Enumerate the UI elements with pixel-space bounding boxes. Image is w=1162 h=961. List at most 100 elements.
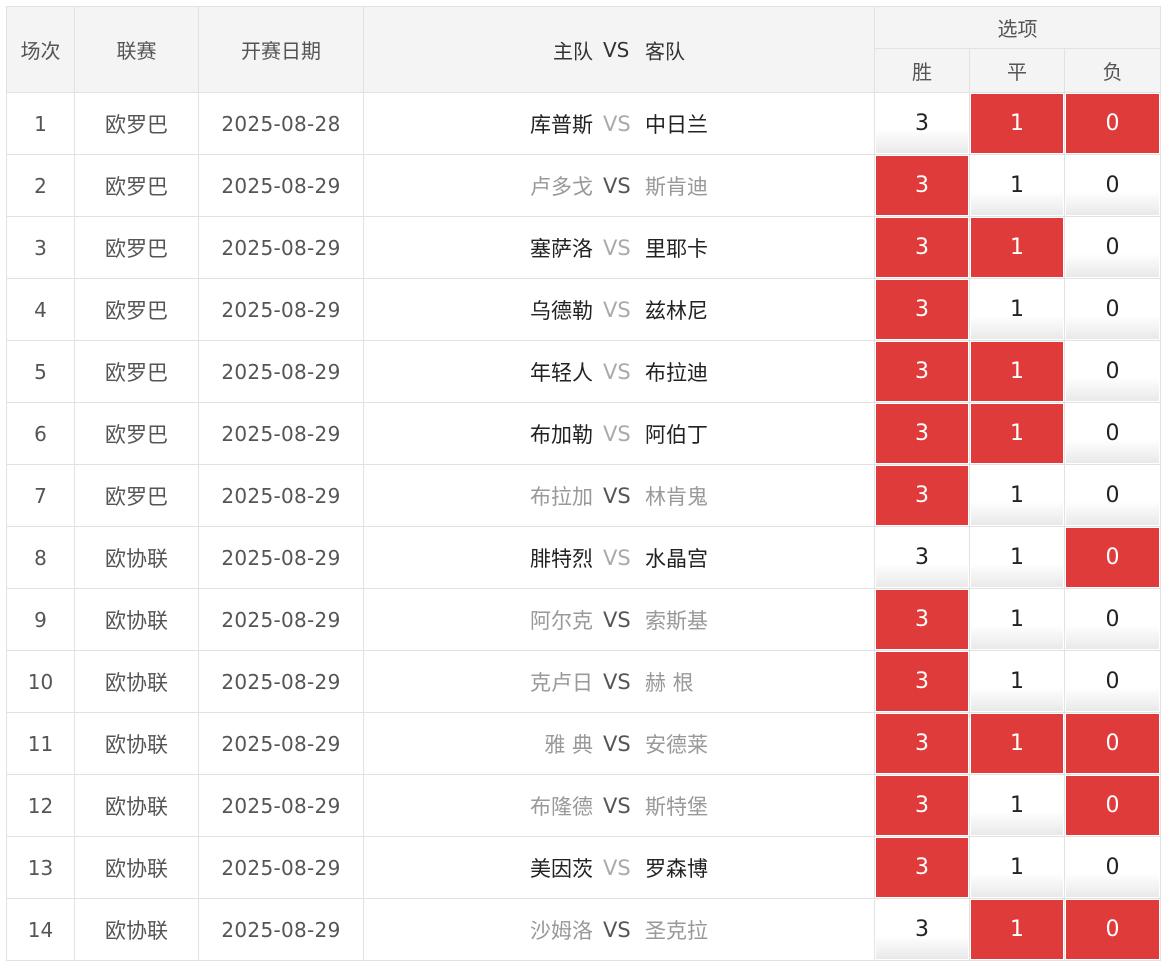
away-team: 水晶宫 — [645, 546, 708, 571]
header-date: 开赛日期 — [198, 6, 364, 93]
draw-option-button[interactable]: 1 — [971, 900, 1063, 959]
draw-option-button[interactable]: 1 — [971, 528, 1063, 587]
loss-option-button[interactable]: 0 — [1066, 590, 1160, 649]
header-away: 客队 — [645, 39, 685, 63]
win-option-button[interactable]: 3 — [876, 714, 968, 773]
draw-option-button[interactable]: 1 — [971, 466, 1063, 525]
win-option-button[interactable]: 3 — [876, 342, 968, 401]
table-row: 13 欧协联 2025-08-29 美因茨 VS 罗森博 3 1 0 — [6, 836, 1162, 899]
draw-cell: 1 — [969, 278, 1065, 341]
table-row: 10 欧协联 2025-08-29 克卢日 VS 赫 根 3 1 0 — [6, 650, 1162, 713]
win-option-button[interactable]: 3 — [876, 156, 968, 215]
draw-cell: 1 — [969, 836, 1065, 899]
draw-cell: 1 — [969, 402, 1065, 465]
loss-option-button[interactable]: 0 — [1066, 900, 1160, 959]
draw-option-button[interactable]: 1 — [971, 218, 1063, 277]
loss-cell: 0 — [1063, 216, 1162, 279]
row-match: 布拉加 VS 林肯鬼 — [363, 464, 875, 527]
row-match: 布加勒 VS 阿伯丁 — [363, 402, 875, 465]
loss-cell: 0 — [1063, 92, 1162, 155]
away-team: 中日兰 — [645, 112, 708, 137]
row-match: 卢多戈 VS 斯肯迪 — [363, 154, 875, 217]
loss-option-button[interactable]: 0 — [1066, 404, 1160, 463]
win-option-button[interactable]: 3 — [876, 776, 968, 835]
table-row: 2 欧罗巴 2025-08-29 卢多戈 VS 斯肯迪 3 1 0 — [6, 154, 1162, 217]
row-league: 欧协联 — [74, 650, 199, 713]
row-match: 塞萨洛 VS 里耶卡 — [363, 216, 875, 279]
table-row: 7 欧罗巴 2025-08-29 布拉加 VS 林肯鬼 3 1 0 — [6, 464, 1162, 527]
win-option-button[interactable]: 3 — [876, 590, 968, 649]
row-match: 雅 典 VS 安德莱 — [363, 712, 875, 775]
loss-cell: 0 — [1063, 650, 1162, 713]
draw-cell: 1 — [969, 588, 1065, 651]
draw-option-button[interactable]: 1 — [971, 280, 1063, 339]
draw-option-button[interactable]: 1 — [971, 156, 1063, 215]
loss-option-button[interactable]: 0 — [1066, 466, 1160, 525]
away-team: 赫 根 — [645, 670, 694, 695]
loss-cell: 0 — [1063, 402, 1162, 465]
row-index: 2 — [6, 154, 75, 217]
row-index: 8 — [6, 526, 75, 589]
row-index: 14 — [6, 898, 75, 961]
draw-cell: 1 — [969, 526, 1065, 589]
loss-option-button[interactable]: 0 — [1066, 218, 1160, 277]
win-option-button[interactable]: 3 — [876, 466, 968, 525]
loss-option-button[interactable]: 0 — [1066, 838, 1160, 897]
win-option-button[interactable]: 3 — [876, 652, 968, 711]
home-team: 腓特烈 — [530, 546, 593, 571]
loss-cell: 0 — [1063, 278, 1162, 341]
row-date: 2025-08-29 — [198, 650, 364, 713]
win-option-button[interactable]: 3 — [876, 280, 968, 339]
draw-cell: 1 — [969, 216, 1065, 279]
draw-cell: 1 — [969, 340, 1065, 403]
win-option-button[interactable]: 3 — [876, 528, 968, 587]
loss-option-button[interactable]: 0 — [1066, 528, 1160, 587]
table-row: 1 欧罗巴 2025-08-28 库普斯 VS 中日兰 3 1 0 — [6, 92, 1162, 155]
win-option-button[interactable]: 3 — [876, 94, 968, 153]
draw-cell: 1 — [969, 154, 1065, 217]
loss-option-button[interactable]: 0 — [1066, 280, 1160, 339]
loss-option-button[interactable]: 0 — [1066, 714, 1160, 773]
away-team: 里耶卡 — [645, 236, 708, 261]
table-row: 11 欧协联 2025-08-29 雅 典 VS 安德莱 3 1 0 — [6, 712, 1162, 775]
draw-cell: 1 — [969, 712, 1065, 775]
draw-option-button[interactable]: 1 — [971, 94, 1063, 153]
loss-option-button[interactable]: 0 — [1066, 94, 1160, 153]
away-team: 兹林尼 — [645, 298, 708, 323]
loss-cell: 0 — [1063, 774, 1162, 837]
draw-cell: 1 — [969, 464, 1065, 527]
win-cell: 3 — [874, 464, 970, 527]
win-option-button[interactable]: 3 — [876, 838, 968, 897]
loss-option-button[interactable]: 0 — [1066, 776, 1160, 835]
win-option-button[interactable]: 3 — [876, 404, 968, 463]
draw-option-button[interactable]: 1 — [971, 404, 1063, 463]
header-options: 选项 — [873, 6, 1162, 49]
row-date: 2025-08-29 — [198, 278, 364, 341]
row-match: 腓特烈 VS 水晶宫 — [363, 526, 875, 589]
draw-option-button[interactable]: 1 — [971, 776, 1063, 835]
loss-option-button[interactable]: 0 — [1066, 156, 1160, 215]
home-team: 克卢日 — [530, 670, 593, 695]
row-index: 5 — [6, 340, 75, 403]
loss-option-button[interactable]: 0 — [1066, 652, 1160, 711]
draw-option-button[interactable]: 1 — [971, 714, 1063, 773]
away-team: 索斯基 — [645, 608, 708, 633]
draw-option-button[interactable]: 1 — [971, 838, 1063, 897]
loss-option-button[interactable]: 0 — [1066, 342, 1160, 401]
row-match: 阿尔克 VS 索斯基 — [363, 588, 875, 651]
away-team: 斯肯迪 — [645, 174, 708, 199]
row-match: 库普斯 VS 中日兰 — [363, 92, 875, 155]
draw-option-button[interactable]: 1 — [971, 342, 1063, 401]
draw-option-button[interactable]: 1 — [971, 652, 1063, 711]
draw-option-button[interactable]: 1 — [971, 590, 1063, 649]
vs-label: VS — [603, 731, 631, 756]
win-option-button[interactable]: 3 — [876, 900, 968, 959]
row-league: 欧罗巴 — [74, 464, 199, 527]
home-team: 年轻人 — [530, 360, 593, 385]
row-date: 2025-08-29 — [198, 154, 364, 217]
table-row: 3 欧罗巴 2025-08-29 塞萨洛 VS 里耶卡 3 1 0 — [6, 216, 1162, 279]
vs-label: VS — [603, 421, 631, 446]
loss-cell: 0 — [1063, 340, 1162, 403]
win-option-button[interactable]: 3 — [876, 218, 968, 277]
home-team: 美因茨 — [530, 856, 593, 881]
